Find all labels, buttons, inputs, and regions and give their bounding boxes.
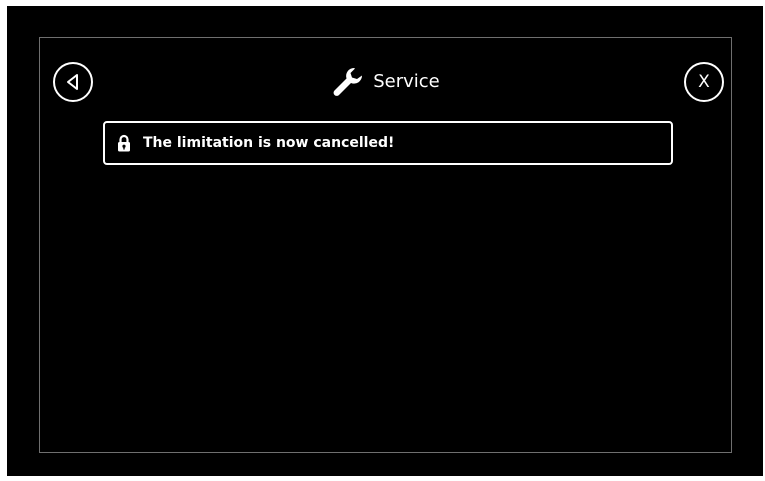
device-display: Service X The limitation is now cancelle…: [7, 6, 763, 476]
close-button[interactable]: X: [684, 62, 724, 102]
page-title: Service: [373, 71, 440, 92]
lock-icon: [117, 134, 131, 152]
close-icon: X: [698, 71, 710, 92]
status-message-text: The limitation is now cancelled!: [143, 135, 395, 151]
wrench-icon: [331, 65, 365, 99]
page-header: Service: [40, 64, 731, 100]
service-screen: Service X The limitation is now cancelle…: [39, 37, 732, 453]
status-message: The limitation is now cancelled!: [103, 121, 673, 165]
